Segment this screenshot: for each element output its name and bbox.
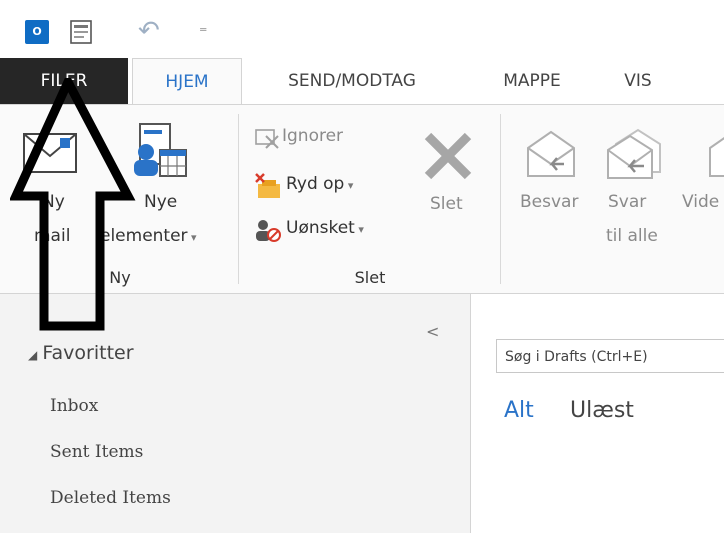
ignore-icon xyxy=(255,129,279,149)
quick-access-toolbar xyxy=(0,0,724,58)
folder-sent-items[interactable]: Sent Items xyxy=(50,442,143,462)
forward-label: Vide xyxy=(682,192,720,212)
outlook-icon: O xyxy=(25,20,49,44)
reply-button[interactable]: Besvar xyxy=(512,118,592,258)
cleanup-label: Ryd op ▾ xyxy=(286,174,353,194)
delete-button[interactable]: Slet xyxy=(412,120,488,230)
tab-mappe[interactable]: MAPPE xyxy=(488,58,576,104)
junk-button[interactable]: Uønsket ▾ xyxy=(250,214,400,244)
favorites-label: Favoritter xyxy=(42,342,134,364)
ignore-button[interactable]: Ignorer xyxy=(250,122,390,152)
filter-unread[interactable]: Ulæst xyxy=(570,398,634,423)
folder-inbox[interactable]: Inbox xyxy=(50,396,98,416)
tab-hjem[interactable]: HJEM xyxy=(132,58,242,104)
reply-icon xyxy=(527,130,575,177)
group-separator xyxy=(500,114,501,284)
tab-send-modtag[interactable]: SEND/MODTAG xyxy=(252,58,452,104)
collapse-pane-icon[interactable]: < xyxy=(426,322,439,341)
junk-label-text: Uønsket xyxy=(286,218,355,238)
search-input[interactable]: Søg i Drafts (Ctrl+E) xyxy=(496,339,724,373)
chevron-down-icon: ▾ xyxy=(354,223,364,236)
cleanup-button[interactable]: Ryd op ▾ xyxy=(250,170,390,200)
reply-label: Besvar xyxy=(520,192,579,212)
chevron-down-icon: ▾ xyxy=(187,231,197,244)
filter-all[interactable]: Alt xyxy=(504,398,534,423)
cleanup-label-text: Ryd op xyxy=(286,174,345,194)
reply-all-button[interactable]: Svar til alle xyxy=(596,118,676,258)
document-icon[interactable] xyxy=(68,19,94,45)
junk-icon xyxy=(256,220,281,242)
qat-dropdown-icon[interactable]: ₌ xyxy=(199,17,207,36)
favorites-header[interactable]: ◢ Favoritter xyxy=(28,342,134,364)
forward-icon xyxy=(709,137,724,177)
group-separator xyxy=(238,114,239,284)
junk-label: Uønsket ▾ xyxy=(286,218,364,238)
tab-vis[interactable]: VIS xyxy=(608,58,668,104)
annotation-up-arrow xyxy=(10,78,136,331)
delete-x-icon xyxy=(424,132,472,180)
delete-label: Slet xyxy=(430,194,463,214)
undo-icon[interactable]: ↶ xyxy=(138,16,160,46)
reply-all-label-1: Svar xyxy=(608,192,647,212)
reply-all-icon xyxy=(607,128,661,179)
slet-group-label: Slet xyxy=(354,268,386,287)
ignore-label: Ignorer xyxy=(282,126,344,146)
chevron-down-icon: ▾ xyxy=(344,179,354,192)
cleanup-icon xyxy=(255,173,280,198)
forward-button[interactable]: Vide xyxy=(680,118,724,258)
reply-all-label-2: til alle xyxy=(606,226,658,246)
expand-triangle-icon: ◢ xyxy=(28,348,38,362)
new-items-label-1: Nye xyxy=(144,192,178,212)
folder-deleted-items[interactable]: Deleted Items xyxy=(50,488,171,508)
